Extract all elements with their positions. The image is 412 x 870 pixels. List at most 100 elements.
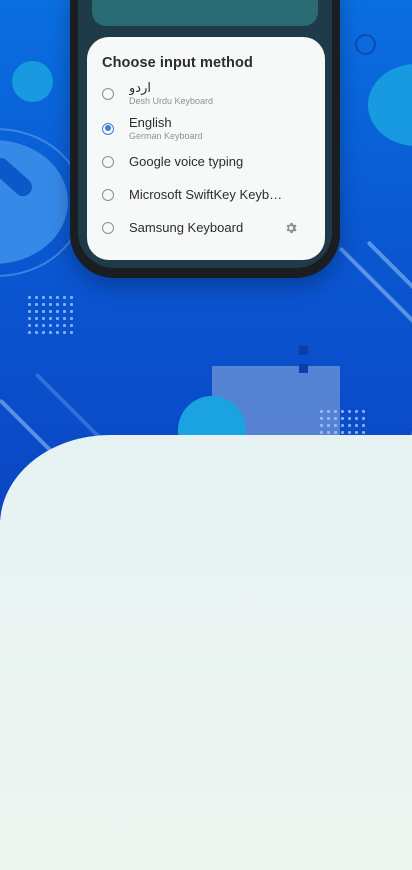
option-label: English <box>129 115 172 130</box>
decorative-dot <box>56 324 59 327</box>
decorative-dot <box>56 296 59 299</box>
decorative-dot <box>320 410 323 413</box>
decorative-dot <box>70 324 73 327</box>
decorative-ring <box>355 34 376 55</box>
decorative-square <box>299 346 308 355</box>
dialog-title: Choose input method <box>102 55 253 71</box>
decorative-dot <box>327 431 330 434</box>
decorative-dot <box>362 410 365 413</box>
decorative-square <box>299 364 308 373</box>
option-text: Microsoft SwiftKey Keyb… <box>129 187 282 202</box>
decorative-dot <box>348 417 351 420</box>
decorative-dot <box>28 303 31 306</box>
option-english[interactable]: English German Keyboard <box>102 115 312 142</box>
decorative-dot <box>42 296 45 299</box>
decorative-dot <box>56 331 59 334</box>
decorative-dot <box>327 410 330 413</box>
decorative-dot <box>327 417 330 420</box>
option-urdu[interactable]: اردو Desh Urdu Keyboard <box>102 80 312 107</box>
decorative-dot <box>49 324 52 327</box>
decorative-dot <box>348 410 351 413</box>
decorative-dot <box>334 424 337 427</box>
decorative-dot <box>63 310 66 313</box>
decorative-dot <box>49 303 52 306</box>
decorative-dot <box>35 317 38 320</box>
decorative-dot <box>341 424 344 427</box>
decorative-dot <box>334 431 337 434</box>
decorative-dot <box>334 417 337 420</box>
decorative-dot <box>35 303 38 306</box>
decorative-dot <box>362 431 365 434</box>
option-samsung-keyboard[interactable]: Samsung Keyboard <box>102 220 312 235</box>
decorative-dot <box>49 310 52 313</box>
option-label: Samsung Keyboard <box>129 220 244 235</box>
decorative-dot <box>42 331 45 334</box>
option-text: Samsung Keyboard <box>129 220 243 235</box>
decorative-dot <box>334 410 337 413</box>
decorative-dot-grid <box>28 296 73 334</box>
decorative-dot <box>63 324 66 327</box>
radio-button[interactable] <box>102 188 114 201</box>
decorative-dot <box>320 431 323 434</box>
gear-icon[interactable] <box>284 221 298 235</box>
decorative-dot <box>320 424 323 427</box>
decorative-dot <box>35 310 38 313</box>
option-sublabel: Desh Urdu Keyboard <box>129 96 214 106</box>
decorative-dot <box>49 296 52 299</box>
decorative-dot <box>35 296 38 299</box>
decorative-dot <box>341 410 344 413</box>
decorative-dot <box>341 431 344 434</box>
decorative-dot <box>355 424 358 427</box>
screen-content-top <box>92 0 318 26</box>
radio-button[interactable] <box>102 221 114 234</box>
decorative-dot <box>63 303 66 306</box>
decorative-stripe <box>338 246 412 342</box>
radio-button[interactable] <box>102 87 114 100</box>
decorative-dot <box>63 317 66 320</box>
decorative-circle <box>368 64 412 146</box>
decorative-dot <box>348 431 351 434</box>
option-google-voice-typing[interactable]: Google voice typing <box>102 154 312 169</box>
option-swiftkey[interactable]: Microsoft SwiftKey Keyb… <box>102 187 312 202</box>
decorative-dot <box>63 296 66 299</box>
decorative-dot <box>355 431 358 434</box>
decorative-dot <box>341 417 344 420</box>
option-label: Microsoft SwiftKey Keyb… <box>129 187 283 202</box>
radio-button[interactable] <box>102 155 114 168</box>
decorative-dot <box>362 417 365 420</box>
decorative-dot <box>320 417 323 420</box>
option-text: Google voice typing <box>129 154 243 169</box>
decorative-dot <box>56 310 59 313</box>
decorative-dot <box>348 424 351 427</box>
decorative-dot <box>49 331 52 334</box>
decorative-dot <box>355 417 358 420</box>
decorative-dot <box>70 296 73 299</box>
option-label: اردو <box>129 80 151 95</box>
light-wave-background <box>0 435 412 870</box>
decorative-dot <box>35 331 38 334</box>
decorative-circle <box>12 61 53 102</box>
decorative-dot <box>70 331 73 334</box>
decorative-dot <box>28 317 31 320</box>
decorative-dot <box>70 303 73 306</box>
option-sublabel: German Keyboard <box>129 131 203 141</box>
decorative-dot <box>28 310 31 313</box>
decorative-dot <box>49 317 52 320</box>
decorative-dot <box>42 317 45 320</box>
decorative-dot <box>28 296 31 299</box>
radio-button-selected[interactable] <box>102 122 114 135</box>
decorative-dot <box>355 410 358 413</box>
option-text: English German Keyboard <box>129 115 203 142</box>
decorative-dot <box>362 424 365 427</box>
option-label: Google voice typing <box>129 154 244 169</box>
decorative-dot <box>42 310 45 313</box>
decorative-dot <box>28 331 31 334</box>
decorative-dot <box>327 424 330 427</box>
option-text: اردو Desh Urdu Keyboard <box>129 80 213 107</box>
decorative-dot <box>63 331 66 334</box>
decorative-dot <box>56 317 59 320</box>
decorative-dot <box>42 303 45 306</box>
decorative-dot <box>70 310 73 313</box>
decorative-dot <box>28 324 31 327</box>
decorative-dot <box>70 317 73 320</box>
